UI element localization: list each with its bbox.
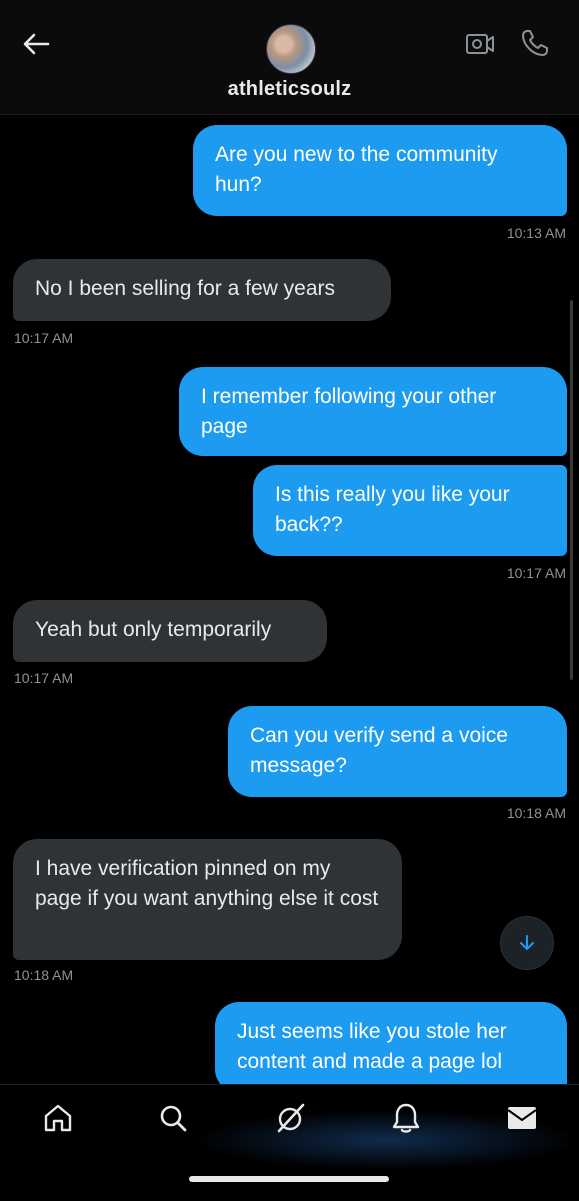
message-thread[interactable]: Are you new to the community hun? 10:13 … — [0, 114, 579, 1084]
video-call-icon — [466, 34, 494, 54]
nav-grok-button[interactable] — [270, 1100, 310, 1136]
home-icon — [44, 1104, 72, 1132]
message-timestamp: 10:18 AM — [506, 805, 566, 821]
back-button[interactable] — [16, 28, 56, 60]
message-timestamp: 10:13 AM — [506, 225, 566, 241]
message-bubble-received[interactable]: I have verification pinned on my page if… — [13, 839, 402, 960]
messages-envelope-icon — [507, 1107, 537, 1129]
message-bubble-sent[interactable]: Can you verify send a voice message? — [228, 706, 567, 797]
arrow-left-icon — [23, 33, 50, 55]
message-bubble-sent[interactable]: Are you new to the community hun? — [193, 125, 567, 216]
video-call-button[interactable] — [462, 28, 498, 60]
message-timestamp: 10:17 AM — [14, 330, 74, 346]
message-bubble-sent[interactable]: Is this really you like your back?? — [253, 465, 567, 556]
phone-call-icon — [522, 30, 548, 56]
nav-search-button[interactable] — [153, 1100, 193, 1136]
message-timestamp: 10:17 AM — [506, 565, 566, 581]
message-bubble-sent[interactable]: I remember following your other page — [179, 367, 567, 456]
message-bubble-received[interactable]: No I been selling for a few years — [13, 259, 391, 321]
message-timestamp: 10:18 AM — [14, 967, 74, 983]
nav-messages-button[interactable] — [502, 1100, 542, 1136]
grok-icon — [277, 1103, 305, 1133]
home-indicator[interactable] — [189, 1176, 389, 1182]
arrow-down-icon — [520, 935, 534, 950]
scrollbar[interactable] — [570, 300, 573, 680]
message-timestamp: 10:17 AM — [14, 670, 74, 686]
nav-notifications-button[interactable] — [386, 1100, 426, 1136]
search-icon — [160, 1105, 187, 1132]
message-bubble-sent[interactable]: Just seems like you stole her content an… — [215, 1002, 567, 1084]
chat-username[interactable]: athleticsoulz — [0, 78, 579, 101]
scroll-to-bottom-button[interactable] — [500, 916, 554, 970]
chat-header: athleticsoulz — [0, 0, 579, 115]
avatar[interactable] — [266, 24, 316, 74]
message-bubble-received[interactable]: Yeah but only temporarily — [13, 600, 327, 662]
notifications-bell-icon — [392, 1103, 420, 1133]
nav-home-button[interactable] — [38, 1100, 78, 1136]
phone-call-button[interactable] — [516, 26, 554, 60]
